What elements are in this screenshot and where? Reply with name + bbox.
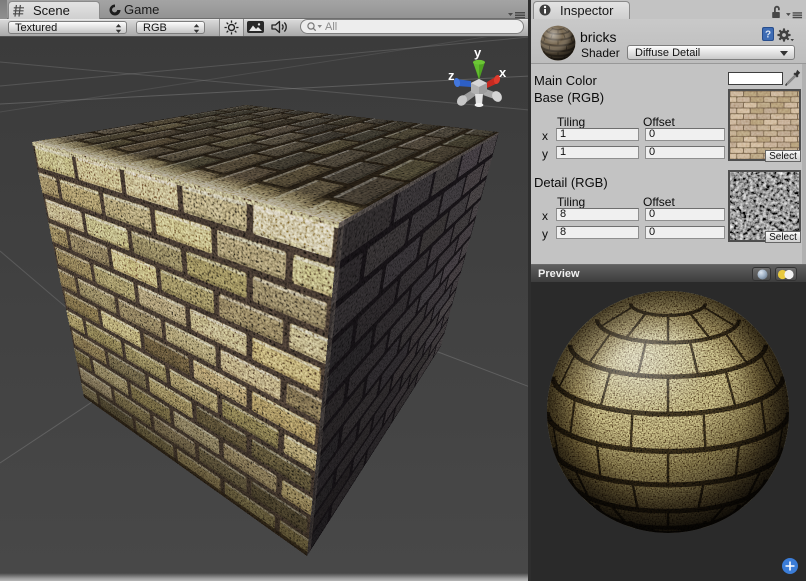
svg-text:z: z: [448, 68, 455, 83]
svg-text:x: x: [499, 65, 507, 80]
svg-text:y: y: [474, 45, 482, 60]
svg-text:?: ?: [765, 30, 771, 41]
